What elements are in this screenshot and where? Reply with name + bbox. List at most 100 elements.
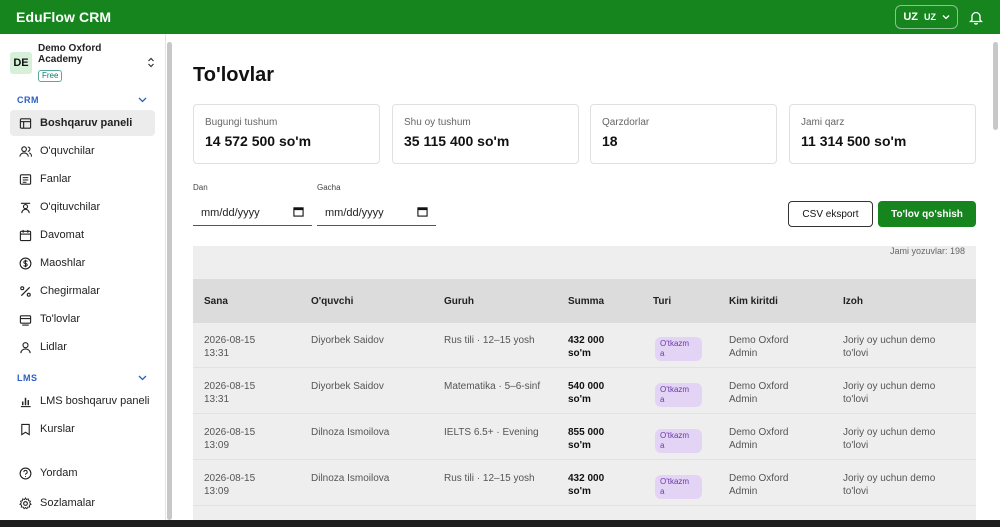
- sidebar-item-label: LMS boshqaruv paneli: [40, 395, 150, 407]
- cell-student: Dilnoza Ismoilova: [311, 427, 390, 438]
- cell-amount: 432 000 so'm: [568, 334, 604, 360]
- section-lms[interactable]: LMS: [0, 370, 165, 386]
- sidebar-item-courses[interactable]: Kurslar: [10, 416, 155, 442]
- gear-icon: [18, 496, 32, 510]
- sidebar-item-help[interactable]: Yordam: [10, 460, 156, 486]
- sidebar-item-teachers[interactable]: O'qituvchilar: [10, 194, 155, 220]
- book-icon: [18, 172, 32, 186]
- type-text-wrap: a: [660, 395, 665, 404]
- sidebar-item-label: To'lovlar: [40, 313, 81, 325]
- cell-note: Joriy oy uchun demo to'lovi: [843, 380, 935, 406]
- app-title[interactable]: EduFlow CRM: [16, 9, 111, 25]
- column-header-group[interactable]: Guruh: [444, 279, 474, 323]
- sidebar-item-salaries[interactable]: Maoshlar: [10, 250, 155, 276]
- table-header: Sana O'quvchi Guruh Summa Turi Kim kirit…: [193, 279, 976, 323]
- sidebar-scrollbar[interactable]: [167, 42, 172, 520]
- time-text: 13:31: [204, 394, 230, 405]
- sidebar-item-dashboard[interactable]: Boshqaruv paneli: [10, 110, 155, 136]
- top-actions: UZ UZ: [895, 5, 984, 29]
- type-text: O'tkazm: [660, 385, 690, 394]
- sidebar: DE Demo Oxford Academy Free CRM Boshqaru…: [0, 34, 166, 527]
- column-header-note[interactable]: Izoh: [843, 279, 863, 323]
- cell-date: 2026-08-15 13:31: [204, 334, 255, 360]
- currency-text: so'm: [568, 348, 591, 359]
- plan-badge: Free: [38, 70, 63, 82]
- column-header-student[interactable]: O'quvchi: [311, 279, 353, 323]
- sidebar-item-settings[interactable]: Sozlamalar: [10, 490, 156, 516]
- type-badge: O'tkazm a: [655, 383, 702, 407]
- chart-icon: [18, 394, 32, 408]
- stat-value: 14 572 500 so'm: [205, 133, 312, 149]
- column-header-date[interactable]: Sana: [204, 279, 228, 323]
- note-text-wrap: to'lovi: [843, 486, 869, 497]
- date-from-label: Dan: [193, 183, 208, 192]
- teacher-icon: [18, 200, 32, 214]
- time-text: 13:09: [204, 440, 230, 451]
- date-text: 2026-08-15: [204, 381, 256, 392]
- top-bar: EduFlow CRM UZ UZ: [0, 0, 1000, 34]
- note-text: Joriy oy uchun demo: [843, 381, 936, 392]
- table-row[interactable]: 2026-08-15 13:09 Dilnoza Ismoilova IELTS …: [193, 415, 976, 460]
- date-to-input[interactable]: mm/dd/yyyy: [317, 200, 436, 226]
- type-text-wrap: a: [660, 487, 665, 496]
- cell-note: Joriy oy uchun demo to'lovi: [843, 426, 935, 452]
- language-sub: UZ: [924, 12, 936, 22]
- table-row[interactable]: 2026-08-15 13:09 Dilnoza Ismoilova Rus ti…: [193, 461, 976, 506]
- cell-amount: 432 000 so'm: [568, 472, 604, 498]
- page-scrollbar[interactable]: [993, 42, 998, 130]
- bell-icon[interactable]: [968, 9, 984, 25]
- type-text-wrap: a: [660, 441, 665, 450]
- calendar-icon[interactable]: [417, 206, 428, 220]
- dashboard-icon: [18, 116, 32, 130]
- stat-card-month: Shu oy tushum 35 115 400 so'm: [392, 104, 579, 164]
- type-text: O'tkazm: [660, 477, 690, 486]
- sidebar-item-lms-dashboard[interactable]: LMS boshqaruv paneli: [10, 388, 155, 414]
- cell-group: Rus tili · 12–15 yosh: [444, 473, 535, 484]
- cell-group: Matematika · 5–6-sinf: [444, 381, 541, 392]
- stat-card-today: Bugungi tushum 14 572 500 so'm: [193, 104, 380, 164]
- column-header-amount[interactable]: Summa: [568, 279, 604, 323]
- cell-date: 2026-08-15 13:09: [204, 472, 255, 498]
- stat-label: Jami qarz: [801, 117, 845, 128]
- sidebar-item-label: O'qituvchilar: [40, 201, 101, 213]
- sidebar-item-students[interactable]: O'quvchilar: [10, 138, 155, 164]
- stat-value: 35 115 400 so'm: [404, 133, 510, 149]
- sidebar-item-label: Lidlar: [40, 341, 67, 353]
- sidebar-item-label: Yordam: [40, 467, 78, 479]
- sidebar-item-attendance[interactable]: Davomat: [10, 222, 155, 248]
- calendar-icon[interactable]: [293, 206, 304, 220]
- column-header-entered-by[interactable]: Kim kiritdi: [729, 279, 778, 323]
- cell-date: 2026-08-15 13:09: [204, 426, 255, 452]
- table-row[interactable]: 2026-08-15 13:31 Diyorbek Saidov Matemati…: [193, 369, 976, 414]
- note-text-wrap: to'lovi: [843, 440, 869, 451]
- column-header-type[interactable]: Turi: [653, 279, 671, 323]
- date-from-input[interactable]: mm/dd/yyyy: [193, 200, 312, 226]
- date-from-value: mm/dd/yyyy: [201, 206, 260, 219]
- cell-amount: 855 000 so'm: [568, 426, 604, 452]
- section-crm[interactable]: CRM: [0, 92, 165, 108]
- org-avatar: DE: [10, 52, 32, 74]
- csv-export-button[interactable]: CSV eksport: [788, 201, 873, 227]
- type-badge: O'tkazm a: [655, 337, 702, 361]
- sidebar-item-label: Boshqaruv paneli: [40, 117, 133, 129]
- calendar-icon: [18, 228, 32, 242]
- sidebar-item-leads[interactable]: Lidlar: [10, 334, 155, 360]
- sidebar-item-discounts[interactable]: Chegirmalar: [10, 278, 155, 304]
- org-switcher[interactable]: DE Demo Oxford Academy Free: [0, 34, 165, 82]
- percent-icon: [18, 284, 32, 298]
- note-text: Joriy oy uchun demo: [843, 427, 936, 438]
- os-taskbar: [0, 520, 1000, 527]
- add-payment-button[interactable]: To'lov qo'shish: [878, 201, 976, 227]
- payments-icon: [18, 312, 32, 326]
- date-to-label: Gacha: [317, 183, 341, 192]
- table-row[interactable]: 2026-08-15 13:31 Diyorbek Saidov Rus tili…: [193, 323, 976, 368]
- sidebar-item-payments[interactable]: To'lovlar: [10, 306, 155, 332]
- amount-text: 432 000: [568, 335, 605, 346]
- chevron-down-icon: [138, 373, 147, 383]
- users-icon: [18, 144, 32, 158]
- language-select[interactable]: UZ UZ: [895, 5, 958, 29]
- sidebar-item-subjects[interactable]: Fanlar: [10, 166, 155, 192]
- date-text: 2026-08-15: [204, 335, 256, 346]
- type-badge: O'tkazm a: [655, 429, 702, 453]
- cell-group: IELTS 6.5+ · Evening: [444, 427, 539, 438]
